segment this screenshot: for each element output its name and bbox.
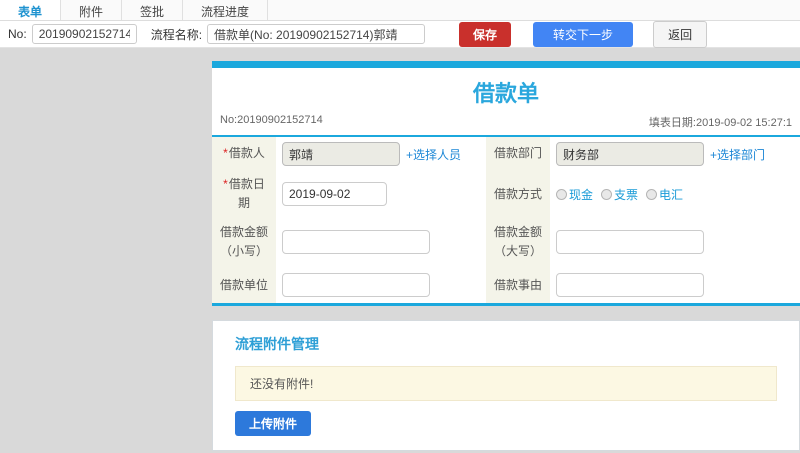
tab-progress[interactable]: 流程进度 — [183, 0, 269, 20]
radio-icon — [556, 188, 567, 200]
tab-bar: 表单 附件 签批 流程进度 — [0, 0, 800, 21]
radio-option-cheque[interactable]: 支票 — [601, 186, 638, 203]
department-input[interactable] — [556, 142, 704, 166]
back-button[interactable]: 返回 — [653, 20, 708, 48]
required-mark: * — [223, 177, 228, 191]
loan-reason-input[interactable] — [556, 273, 704, 298]
upload-attachment-button[interactable]: 上传附件 — [235, 411, 312, 437]
borrower-label: *借款人 — [212, 137, 276, 171]
department-label: 借款部门 — [486, 137, 550, 171]
tab-attachments[interactable]: 附件 — [61, 0, 123, 20]
attachment-panel: 流程附件管理 还没有附件! 上传附件 — [212, 320, 800, 452]
loan-unit-input[interactable] — [282, 273, 430, 298]
amount-uppercase-input[interactable] — [556, 230, 704, 255]
loan-form-card: 借款单 No:20190902152714 填表日期:2019-09-02 15… — [212, 61, 800, 307]
no-input[interactable] — [31, 24, 137, 44]
loan-date-label: *借款日期 — [212, 171, 276, 218]
amount-lowercase-input[interactable] — [282, 230, 430, 255]
doc-number: No:20190902152714 — [220, 114, 323, 126]
main-area: 借款单 No:20190902152714 填表日期:2019-09-02 15… — [0, 48, 800, 453]
attachment-panel-title: 流程附件管理 — [235, 336, 319, 353]
no-label: No: — [8, 27, 27, 41]
borrower-input[interactable] — [282, 142, 400, 166]
fill-date: 填表日期:2019-09-02 15:27:1 — [648, 117, 792, 129]
radio-option-wire[interactable]: 电汇 — [646, 186, 683, 203]
amount-lowercase-label: 借款金额（小写） — [212, 217, 276, 268]
page-title: 借款单 — [472, 81, 539, 106]
flow-name-input[interactable] — [207, 24, 426, 44]
radio-icon — [601, 188, 613, 200]
forward-next-step-button[interactable]: 转交下一步 — [533, 21, 634, 47]
amount-uppercase-label: 借款金额（大写） — [486, 217, 550, 268]
card-top-accent-bar — [212, 61, 800, 68]
loan-unit-label: 借款单位 — [212, 267, 276, 304]
loan-form-grid: *借款人 +选择人员 借款部门 +选择部门 *借款日期 — [212, 137, 800, 304]
select-person-link[interactable]: +选择人员 — [406, 146, 461, 163]
action-toolbar: No: 流程名称: 保存 转交下一步 返回 — [0, 20, 800, 48]
loan-date-input[interactable] — [282, 182, 387, 207]
select-department-link[interactable]: +选择部门 — [710, 146, 765, 163]
loan-reason-label: 借款事由 — [486, 267, 550, 304]
tab-approval[interactable]: 签批 — [122, 0, 184, 20]
card-bottom-accent-bar — [212, 303, 800, 307]
tab-form[interactable]: 表单 — [0, 0, 62, 20]
no-attachment-message: 还没有附件! — [235, 366, 777, 402]
radio-icon — [646, 188, 658, 200]
radio-option-cash[interactable]: 现金 — [556, 186, 593, 203]
save-button[interactable]: 保存 — [459, 21, 512, 47]
flow-name-label: 流程名称: — [150, 27, 203, 42]
required-mark: * — [223, 146, 228, 161]
loan-method-label: 借款方式 — [486, 171, 550, 218]
